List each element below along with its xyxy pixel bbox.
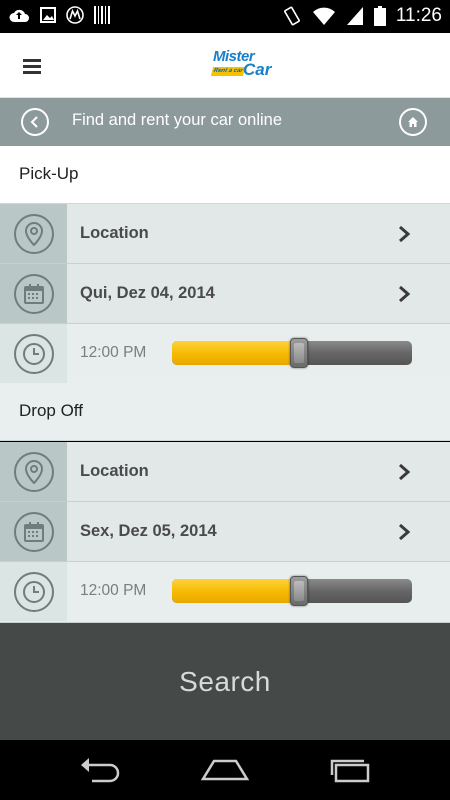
- dropoff-time-row: 12:00 PM: [0, 562, 450, 623]
- battery-icon: [373, 6, 386, 26]
- pickup-time-label: 12:00 PM: [80, 344, 147, 361]
- chevron-left-icon: [30, 116, 38, 128]
- chevron-right-icon: [399, 523, 411, 541]
- cloud-upload-icon: [9, 9, 29, 22]
- pickup-date-row[interactable]: Qui, Dez 04, 2014: [0, 264, 450, 324]
- clock-icon: [22, 580, 45, 603]
- dropoff-location-row[interactable]: Location: [0, 442, 450, 502]
- location-pin-icon: [24, 221, 43, 246]
- slider-fill: [172, 341, 299, 365]
- pickup-time-slider[interactable]: [172, 338, 412, 368]
- vibrate-icon: [283, 6, 300, 26]
- logo-line2: Car: [243, 60, 272, 79]
- image-icon: [40, 7, 56, 23]
- chevron-right-icon: [399, 463, 411, 481]
- slider-fill: [172, 579, 299, 603]
- dropoff-time-slider[interactable]: [172, 576, 412, 606]
- wifi-icon: [312, 7, 335, 25]
- dropoff-location-label: Location: [80, 462, 149, 480]
- location-pin-icon: [24, 459, 43, 484]
- pickup-location-row[interactable]: Location: [0, 204, 450, 264]
- clock-icon: [22, 342, 45, 365]
- calendar-icon: [23, 283, 44, 304]
- title-bar: Find and rent your car online: [0, 98, 450, 146]
- chevron-right-icon: [399, 285, 411, 303]
- pickup-date-label: Qui, Dez 04, 2014: [80, 284, 215, 302]
- recent-apps-icon[interactable]: [328, 755, 374, 785]
- search-button[interactable]: Search: [0, 623, 450, 740]
- hamburger-menu-icon[interactable]: [23, 59, 41, 75]
- page-title: Find and rent your car online: [72, 111, 283, 129]
- pickup-time-row: 12:00 PM: [0, 324, 450, 384]
- status-time: 11:26: [395, 5, 442, 26]
- motorola-icon: [66, 6, 84, 24]
- home-icon[interactable]: [200, 755, 250, 785]
- home-button[interactable]: [399, 108, 427, 136]
- dropoff-time-label: 12:00 PM: [80, 582, 147, 599]
- slider-thumb[interactable]: [290, 338, 308, 368]
- barcode-icon: [94, 6, 110, 24]
- pickup-heading: Pick-Up: [0, 146, 450, 204]
- calendar-icon: [23, 521, 44, 542]
- dropoff-date-label: Sex, Dez 05, 2014: [80, 522, 217, 540]
- back-icon[interactable]: [78, 755, 122, 785]
- logo-tag: Rent a car: [210, 67, 246, 76]
- dropoff-heading: Drop Off: [0, 383, 450, 441]
- mister-car-logo: Mister Rent a car Car: [209, 46, 279, 86]
- cell-signal-icon: [346, 7, 363, 25]
- dropoff-date-row[interactable]: Sex, Dez 05, 2014: [0, 502, 450, 562]
- slider-thumb[interactable]: [290, 576, 308, 606]
- status-bar: 11:26: [0, 0, 450, 33]
- back-button[interactable]: [21, 108, 49, 136]
- app-bar: Mister Rent a car Car: [0, 33, 450, 98]
- system-nav-bar: [0, 740, 450, 800]
- home-icon: [408, 117, 418, 127]
- chevron-right-icon: [399, 225, 411, 243]
- pickup-location-label: Location: [80, 224, 149, 242]
